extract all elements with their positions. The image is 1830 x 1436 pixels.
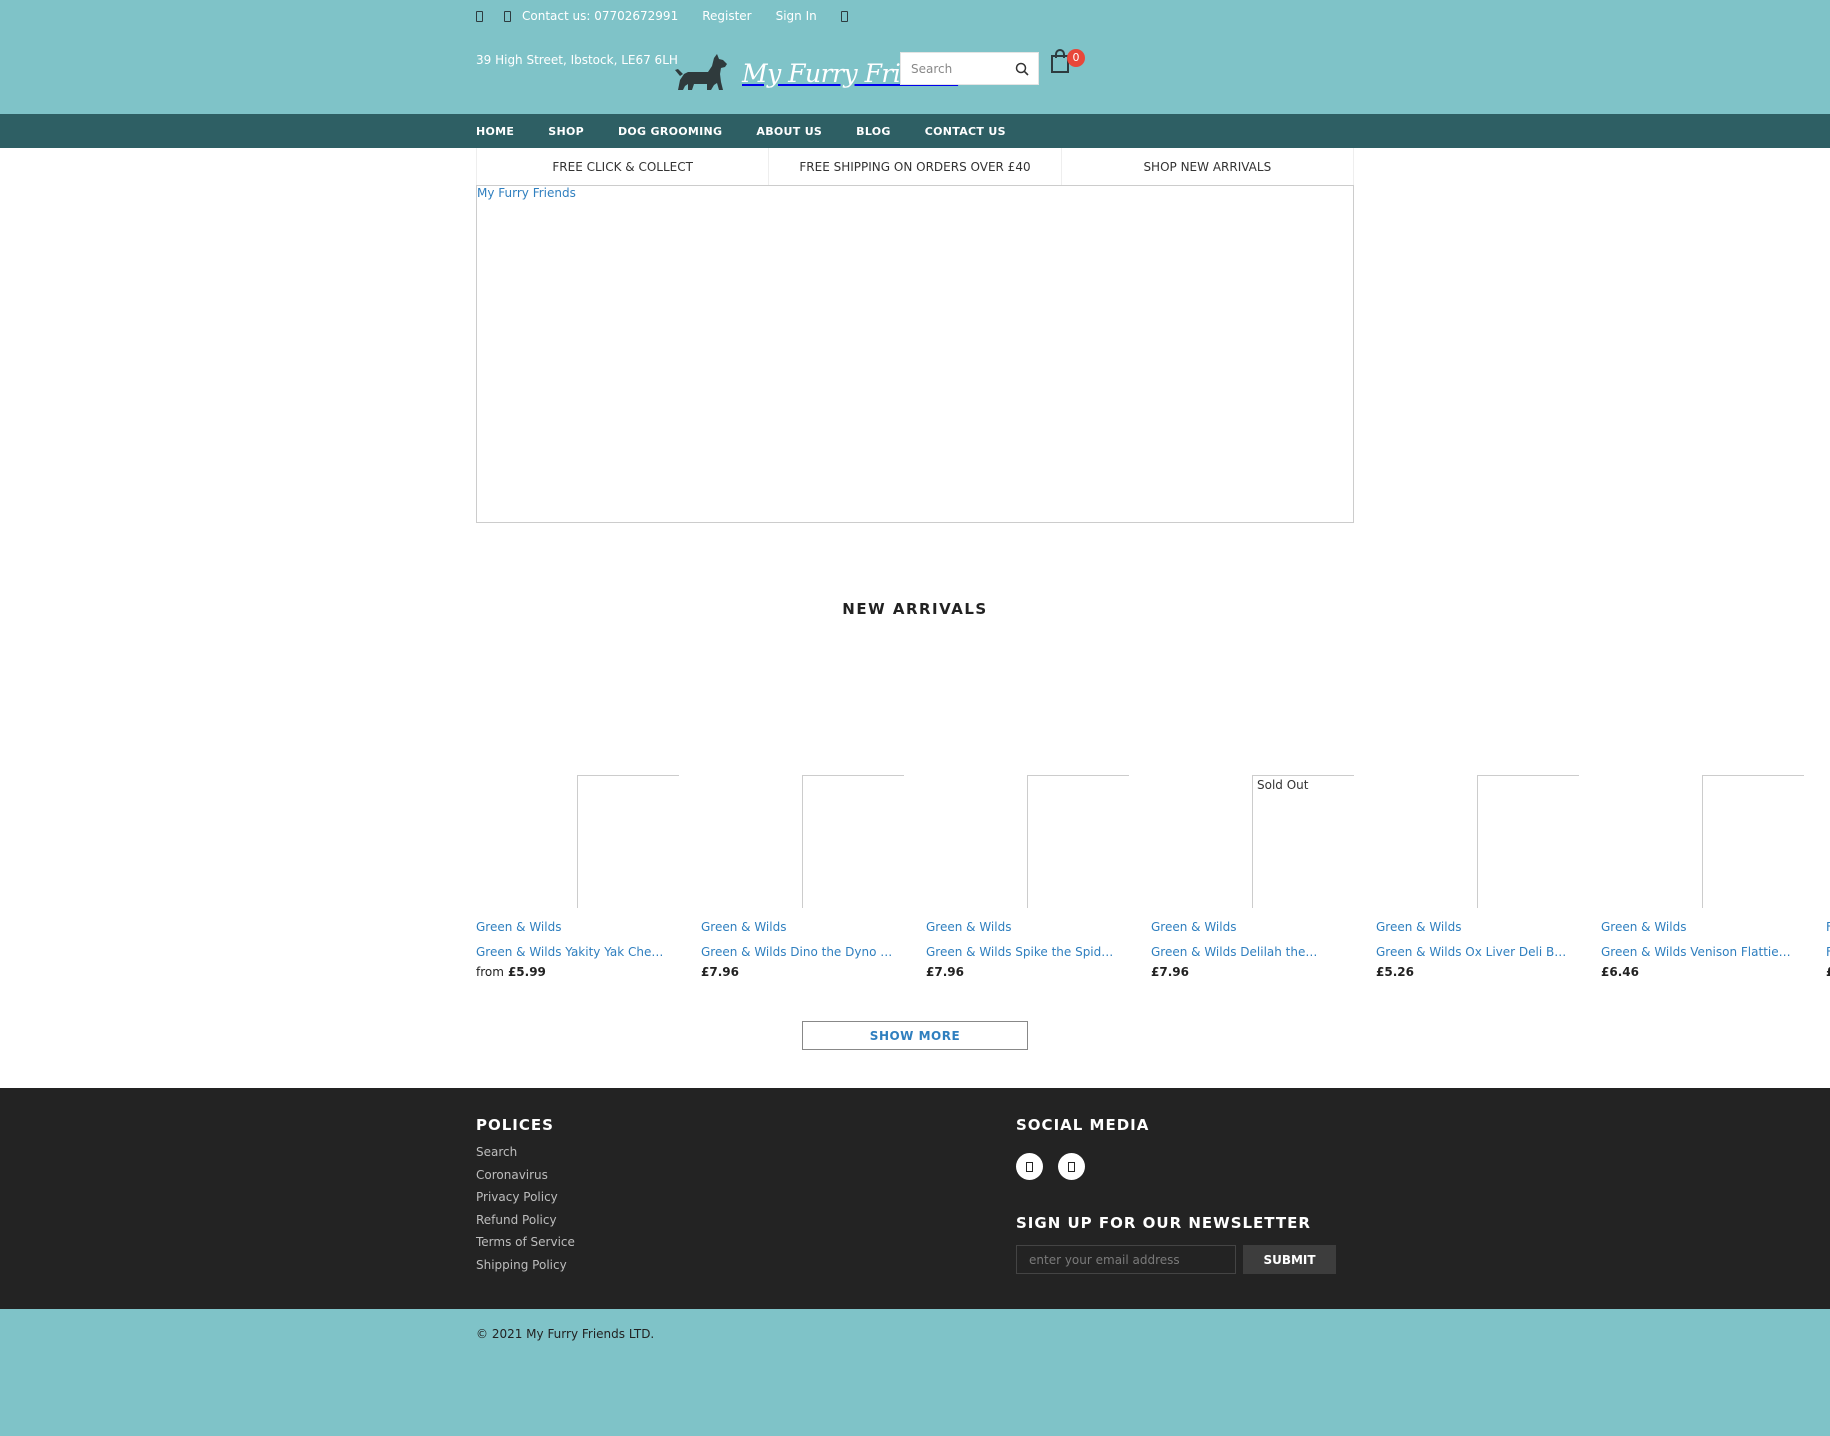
search-box	[900, 52, 1039, 85]
top-links: Contact us: 07702672991 Register Sign In	[476, 7, 848, 25]
policy-link-terms[interactable]: Terms of Service	[476, 1235, 575, 1258]
policies-heading: POLICES	[476, 1116, 554, 1134]
price-amount: £	[1826, 965, 1830, 979]
main-nav: HOME SHOP DOG GROOMING ABOUT US BLOG CON…	[0, 114, 1830, 148]
hero-slideshow: My Furry Friends	[476, 185, 1354, 523]
wishlist-icon[interactable]	[840, 10, 848, 22]
product-price: from £5.99	[476, 965, 546, 979]
location-icon[interactable]	[476, 10, 483, 22]
product-card[interactable]: Green & Wilds Green & Wilds Yakity Yak C…	[476, 775, 681, 985]
price-amount: £5.99	[507, 965, 546, 979]
price-prefix: from	[476, 965, 504, 979]
social-heading: SOCIAL MEDIA	[1016, 1116, 1150, 1134]
usp-new-arrivals[interactable]: SHOP NEW ARRIVALS	[1062, 148, 1353, 185]
product-image[interactable]	[1027, 775, 1129, 908]
product-image[interactable]	[1477, 775, 1579, 908]
store-address: 39 High Street, Ibstock, LE67 6LH	[476, 53, 678, 67]
new-arrivals-title: NEW ARRIVALS	[842, 600, 988, 618]
product-price: £5.26	[1376, 965, 1414, 979]
product-price: £	[1826, 965, 1830, 979]
phone-icon[interactable]	[504, 10, 511, 22]
product-card[interactable]: Green & Wilds Green & Wilds Venison Flat…	[1601, 775, 1806, 985]
sign-in-link[interactable]: Sign In	[776, 9, 817, 23]
product-vendor[interactable]: Green & Wilds	[701, 920, 786, 934]
product-image[interactable]	[1702, 775, 1804, 908]
product-price: £6.46	[1601, 965, 1639, 979]
scottie-dog-icon	[675, 54, 727, 90]
cart-button[interactable]: 0	[1050, 49, 1090, 79]
nav-item-about-us[interactable]: ABOUT US	[756, 125, 822, 138]
nav-item-dog-grooming[interactable]: DOG GROOMING	[618, 125, 722, 138]
usp-free-shipping[interactable]: FREE SHIPPING ON ORDERS OVER £40	[769, 148, 1062, 185]
usp-click-collect[interactable]: FREE CLICK & COLLECT	[477, 148, 770, 185]
nav-item-contact-us[interactable]: CONTACT US	[925, 125, 1006, 138]
copyright-text: © 2021 My Furry Friends LTD.	[476, 1327, 655, 1341]
product-image[interactable]	[1252, 775, 1354, 908]
price-amount: £6.46	[1601, 965, 1639, 979]
policy-link-shipping[interactable]: Shipping Policy	[476, 1258, 575, 1281]
product-card[interactable]: Green & Wilds Green & Wilds Spike the Sp…	[926, 775, 1131, 985]
product-image[interactable]	[802, 775, 904, 908]
product-title[interactable]: F	[1826, 945, 1830, 959]
nav-item-shop[interactable]: SHOP	[548, 125, 584, 138]
product-price: £7.96	[926, 965, 964, 979]
product-title[interactable]: Green & Wilds Yakity Yak Chew…	[476, 945, 668, 959]
slideshow-image-link[interactable]: My Furry Friends	[477, 186, 576, 200]
price-amount: £7.96	[926, 965, 964, 979]
policy-link-privacy[interactable]: Privacy Policy	[476, 1190, 575, 1213]
product-grid: Green & Wilds Green & Wilds Yakity Yak C…	[476, 775, 1830, 985]
product-vendor[interactable]: Green & Wilds	[1376, 920, 1461, 934]
product-vendor[interactable]: Green & Wilds	[926, 920, 1011, 934]
nav-item-blog[interactable]: BLOG	[856, 125, 891, 138]
product-title[interactable]: Green & Wilds Spike the Spider…	[926, 945, 1118, 959]
product-price: £7.96	[701, 965, 739, 979]
price-amount: £5.26	[1376, 965, 1414, 979]
register-link[interactable]: Register	[702, 9, 751, 23]
policy-link-refund[interactable]: Refund Policy	[476, 1213, 575, 1236]
newsletter-submit-button[interactable]: SUBMIT	[1243, 1245, 1336, 1274]
product-card[interactable]: Sold Out Green & Wilds Green & Wilds Del…	[1151, 775, 1356, 985]
product-image[interactable]	[577, 775, 679, 908]
nav-item-home[interactable]: HOME	[476, 125, 514, 138]
show-more-button[interactable]: SHOW MORE	[802, 1021, 1028, 1050]
policy-link-search[interactable]: Search	[476, 1145, 575, 1168]
usp-bar: FREE CLICK & COLLECT FREE SHIPPING ON OR…	[476, 148, 1354, 185]
product-vendor[interactable]: Green & Wilds	[1151, 920, 1236, 934]
sold-out-badge: Sold Out	[1257, 778, 1309, 792]
contact-link[interactable]: Contact us: 07702672991	[522, 9, 678, 23]
newsletter-heading: SIGN UP FOR OUR NEWSLETTER	[1016, 1214, 1311, 1232]
product-title[interactable]: Green & Wilds Delilah the…	[1151, 945, 1343, 959]
product-card[interactable]: F F £	[1826, 775, 1830, 985]
product-title[interactable]: Green & Wilds Ox Liver Deli Bites…	[1376, 945, 1568, 959]
product-title[interactable]: Green & Wilds Dino the Dyno Fish.	[701, 945, 893, 959]
product-vendor[interactable]: Green & Wilds	[476, 920, 561, 934]
search-input[interactable]	[901, 61, 1011, 76]
newsletter-email-field[interactable]	[1016, 1245, 1236, 1274]
price-amount: £7.96	[1151, 965, 1189, 979]
product-vendor[interactable]: Green & Wilds	[1601, 920, 1686, 934]
social-links	[1016, 1153, 1100, 1180]
price-amount: £7.96	[701, 965, 739, 979]
cart-count-badge: 0	[1067, 49, 1085, 67]
product-card[interactable]: Green & Wilds Green & Wilds Ox Liver Del…	[1376, 775, 1581, 985]
product-price: £7.96	[1151, 965, 1189, 979]
facebook-icon[interactable]	[1016, 1153, 1043, 1180]
header: Contact us: 07702672991 Register Sign In…	[0, 0, 1830, 114]
instagram-icon[interactable]	[1058, 1153, 1085, 1180]
footer: POLICES Search Coronavirus Privacy Polic…	[0, 1088, 1830, 1309]
policies-list: Search Coronavirus Privacy Policy Refund…	[476, 1145, 575, 1280]
bottom-bar: © 2021 My Furry Friends LTD.	[0, 1309, 1830, 1436]
policy-link-coronavirus[interactable]: Coronavirus	[476, 1168, 575, 1191]
search-icon[interactable]	[1015, 62, 1029, 76]
product-vendor[interactable]: F	[1826, 920, 1830, 934]
product-card[interactable]: Green & Wilds Green & Wilds Dino the Dyn…	[701, 775, 906, 985]
product-title[interactable]: Green & Wilds Venison Flatties,…	[1601, 945, 1793, 959]
